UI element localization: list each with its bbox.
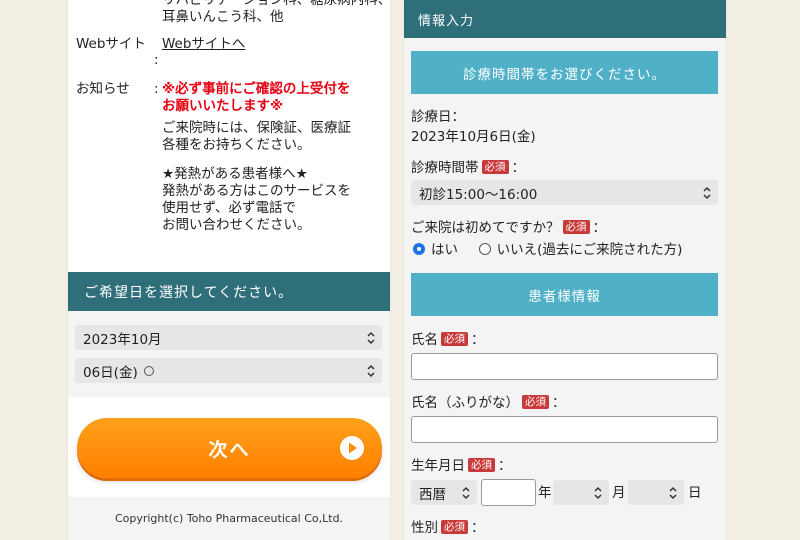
select-chevron-icon [594, 486, 602, 499]
name-label: 氏名 [411, 332, 438, 348]
radio-no[interactable]: いいえ(過去にご来院された方) [478, 242, 683, 258]
date-select-area: 2023年10月 06日(金) [68, 311, 390, 397]
select-chevron-icon [367, 364, 375, 377]
notice-text-3: ★発熱がある患者様へ★ [162, 166, 308, 182]
website-link[interactable]: Webサイトへ [162, 36, 245, 53]
website-colon: : [154, 52, 159, 68]
label-colon: ： [471, 520, 485, 536]
required-badge: 必須 [441, 332, 468, 346]
departments-text-cut: リハビリテーション科、糖尿病内科、 [162, 0, 390, 8]
birth-label-row: 生年月日 必須： [411, 457, 512, 475]
name-label-row: 氏名 必須： [411, 331, 485, 349]
notice-text-1: ご来院時には、保険証、医療証 [162, 120, 351, 136]
radio-checked-icon [413, 243, 425, 255]
next-button-label: 次へ [208, 438, 251, 461]
notice-warning-line-1: ※必ず事前にご確認の上受付を [162, 81, 351, 97]
required-badge: 必須 [481, 160, 509, 174]
kana-label-row: 氏名（ふりがな） 必須： [411, 394, 566, 412]
notice-text-2: 各種をお持ちください。 [162, 137, 311, 153]
radio-yes-label: はい [431, 242, 458, 258]
label-colon: ： [592, 220, 607, 236]
kana-label: 氏名（ふりがな） [411, 395, 519, 411]
birth-label: 生年月日 [411, 458, 465, 474]
availability-circle-icon [143, 365, 154, 376]
date-value: 2023年10月6日(金) [411, 129, 536, 145]
first-visit-radio-group: はい いいえ(過去にご来院された方) [413, 241, 682, 259]
radio-unchecked-icon [478, 243, 491, 255]
next-button[interactable]: 次へ [77, 418, 382, 478]
radio-yes[interactable]: はい [413, 242, 458, 258]
day-unit: 日 [688, 485, 702, 501]
label-colon: ： [511, 160, 526, 176]
notice-warning-line-2: お願いいたします※ [162, 98, 284, 114]
select-chevron-icon [367, 331, 375, 344]
website-label: Webサイト [76, 36, 146, 52]
day-select[interactable]: 06日(金) [75, 358, 382, 383]
info-input-header: 情報入力 [404, 0, 726, 38]
first-visit-question: ご来院は初めてですか？ [411, 220, 560, 236]
month-select[interactable]: 2023年10月 [75, 325, 382, 350]
required-badge: 必須 [441, 520, 468, 534]
info-input-panel: 情報入力 診療時間帯をお選びください。 診療日： 2023年10月6日(金) 診… [404, 0, 726, 540]
time-section-bar: 診療時間帯をお選びください。 [411, 51, 718, 94]
gender-label: 性別 [411, 520, 438, 536]
select-chevron-icon [703, 186, 711, 199]
notice-text-6: お問い合わせください。 [162, 217, 311, 233]
name-input[interactable] [411, 353, 718, 380]
date-select-header: ご希望日を選択してください。 [68, 272, 390, 311]
era-select-value: 西暦 [419, 486, 446, 503]
birth-month-select[interactable] [553, 480, 609, 505]
radio-no-label: いいえ(過去にご来院された方) [496, 242, 683, 258]
time-label: 診療時間帯 [411, 160, 479, 176]
required-badge: 必須 [522, 395, 549, 409]
notice-colon: : [154, 81, 159, 97]
year-unit: 年 [538, 485, 552, 501]
copyright-footer: Copyright(c) Toho Pharmaceutical Co,Ltd. [68, 497, 390, 540]
first-visit-label-row: ご来院は初めてですか？ 必須： [411, 219, 606, 237]
required-badge: 必須 [468, 458, 495, 472]
required-badge: 必須 [562, 220, 590, 234]
month-select-value: 2023年10月 [83, 331, 162, 348]
time-select-value: 初診15:00～16:00 [419, 186, 538, 203]
month-unit: 月 [612, 485, 626, 501]
hospital-info: リハビリテーション科、糖尿病内科、 耳鼻いんこう科、他 Webサイト : Web… [68, 0, 390, 272]
time-label-row: 診療時間帯 必須： [411, 159, 525, 177]
era-select[interactable]: 西暦 [411, 480, 477, 505]
gender-label-row: 性別 必須： [411, 519, 485, 537]
notice-text-4: 発熱がある方はこのサービスを [162, 183, 351, 199]
label-colon: ： [498, 458, 512, 474]
day-select-value: 06日(金) [83, 364, 138, 381]
notice-text-5: 使用せず、必ず電話で [162, 200, 297, 216]
notice-label: お知らせ [76, 81, 130, 97]
select-chevron-icon [669, 486, 677, 499]
departments-text: 耳鼻いんこう科、他 [162, 9, 284, 25]
label-colon: ： [552, 395, 566, 411]
hospital-info-panel: リハビリテーション科、糖尿病内科、 耳鼻いんこう科、他 Webサイト : Web… [68, 0, 390, 540]
play-arrow-icon [340, 436, 364, 460]
time-select[interactable]: 初診15:00～16:00 [411, 180, 718, 205]
kana-input[interactable] [411, 416, 718, 443]
birth-day-select[interactable] [628, 480, 684, 505]
birth-year-input[interactable] [481, 479, 536, 506]
label-colon: ： [471, 332, 485, 348]
select-chevron-icon [462, 486, 470, 499]
date-label: 診療日： [411, 109, 465, 125]
patient-section-bar: 患者様情報 [411, 273, 718, 316]
